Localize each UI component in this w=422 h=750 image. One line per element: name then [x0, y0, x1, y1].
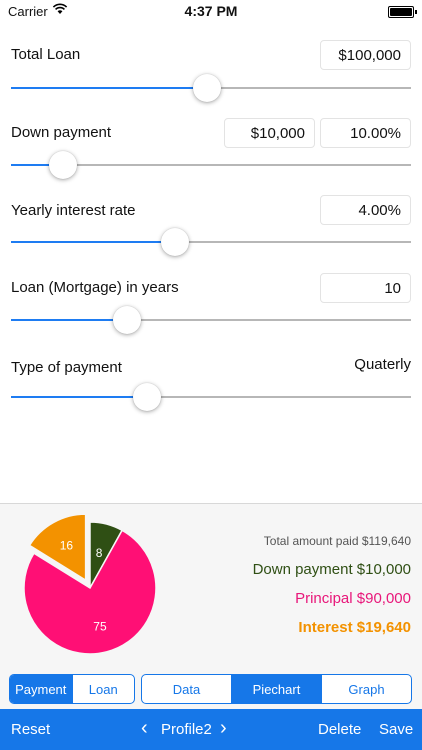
chevron-right-icon[interactable]: ›: [220, 717, 227, 740]
save-button[interactable]: Save: [379, 721, 413, 738]
segment-loan[interactable]: Loan: [71, 675, 135, 703]
chevron-left-icon[interactable]: ‹: [141, 717, 148, 740]
pie-slice-label: 75: [93, 619, 107, 633]
segment-data[interactable]: Data: [142, 675, 231, 703]
reset-button[interactable]: Reset: [11, 721, 50, 738]
slider-fill: [11, 87, 207, 89]
total-loan-field[interactable]: $100,000: [320, 40, 411, 70]
interest-rate-label: Yearly interest rate: [11, 202, 136, 219]
years-slider[interactable]: [11, 306, 411, 334]
payment-type-label: Type of payment: [11, 359, 122, 376]
years-field[interactable]: 10: [320, 273, 411, 303]
display-segmented-control[interactable]: Data Piechart Graph: [141, 674, 412, 704]
interest-rate-slider[interactable]: [11, 228, 411, 256]
segment-piechart[interactable]: Piechart: [231, 675, 321, 703]
total-loan-label: Total Loan: [11, 46, 81, 63]
years-label: Loan (Mortgage) in years: [11, 279, 179, 296]
slider-thumb[interactable]: [133, 383, 161, 411]
down-payment-amount-field[interactable]: $10,000: [224, 118, 315, 148]
payment-type-slider[interactable]: [11, 383, 411, 411]
status-bar: Carrier 4:37 PM: [0, 0, 422, 22]
segment-graph[interactable]: Graph: [321, 675, 411, 703]
principal-summary: Principal $90,000: [295, 590, 411, 607]
slider-fill: [11, 396, 147, 398]
interest-summary: Interest $19,640: [298, 619, 411, 636]
slider-thumb[interactable]: [49, 151, 77, 179]
bottom-toolbar: Reset ‹ Profile2 › Delete Save: [0, 709, 422, 750]
slider-thumb[interactable]: [161, 228, 189, 256]
payment-type-value: Quaterly: [354, 356, 411, 373]
pie-slice-label: 16: [60, 539, 74, 553]
down-payment-percent-field[interactable]: 10.00%: [320, 118, 411, 148]
clock: 4:37 PM: [184, 3, 238, 19]
pie-slice-label: 8: [96, 546, 103, 560]
slider-fill: [11, 241, 175, 243]
slider-thumb[interactable]: [113, 306, 141, 334]
profile-name[interactable]: Profile2: [161, 721, 212, 738]
interest-rate-field[interactable]: 4.00%: [320, 195, 411, 225]
total-paid-text: Total amount paid $119,640: [263, 534, 411, 548]
slider-thumb[interactable]: [193, 74, 221, 102]
total-loan-slider[interactable]: [11, 74, 411, 102]
delete-button[interactable]: Delete: [318, 721, 361, 738]
segment-payment[interactable]: Payment: [10, 675, 72, 703]
slider-fill: [11, 319, 127, 321]
battery-icon: [388, 6, 417, 18]
pie-chart: 8 75 16: [23, 513, 157, 655]
down-payment-slider[interactable]: [11, 151, 411, 179]
view-mode-segmented-control[interactable]: Payment Loan: [9, 674, 135, 704]
down-payment-label: Down payment: [11, 124, 112, 141]
results-panel: 8 75 16 Total amount paid $119,640 Down pa…: [0, 503, 422, 709]
down-payment-summary: Down payment $10,000: [252, 561, 411, 578]
